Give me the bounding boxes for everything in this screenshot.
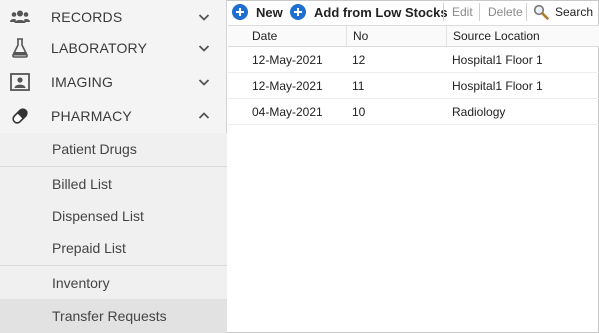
sidebar-item-label: PHARMACY [51,108,132,124]
sidebar-item-imaging[interactable]: IMAGING [0,65,227,99]
toolbar-separator [479,3,480,21]
add-from-low-stocks-button[interactable]: Add from Low Stocks [290,0,448,24]
plus-circle-icon [290,4,306,20]
cell-source-location: Radiology [452,105,506,119]
submenu-item-label: Patient Drugs [52,141,137,157]
submenu-item-label: Dispensed List [52,208,144,224]
edit-button[interactable]: Edit [452,0,473,24]
chevron-up-icon [198,112,210,119]
toolbar-separator [443,3,444,21]
sidebar-item-label: IMAGING [51,74,114,90]
sidebar-item-label: RECORDS [51,9,123,25]
add-from-low-stocks-label: Add from Low Stocks [314,4,448,20]
sidebar-item-pharmacy[interactable]: PHARMACY [0,99,227,133]
submenu-item-patient-drugs[interactable]: Patient Drugs [0,133,227,165]
delete-button-label: Delete [488,5,523,19]
cell-no: 10 [352,105,366,119]
sidebar: RECORDS LABORATORY IMAGING PHARMACY Pati… [0,0,227,333]
cell-source-location: Hospital1 Floor 1 [452,79,543,93]
flask-icon [10,38,30,58]
cell-no: 12 [352,53,366,67]
toolbar: New Add from Low Stocks Edit Delete Sear… [228,0,599,25]
chevron-down-icon [198,45,210,52]
users-icon [10,7,30,27]
submenu-item-label: Billed List [52,176,112,192]
divider [0,166,227,167]
table-row[interactable]: 04-May-2021 10 Radiology [228,99,599,125]
column-header-date[interactable]: Date [246,26,346,47]
column-header-no[interactable]: No [346,26,446,47]
submenu-item-prepaid-list[interactable]: Prepaid List [0,232,227,264]
cell-date: 12-May-2021 [252,53,323,67]
chevron-down-icon [198,14,210,21]
new-button-label: New [256,4,283,20]
sidebar-item-records[interactable]: RECORDS [0,0,227,34]
pill-icon [10,106,30,126]
cell-date: 04-May-2021 [252,105,323,119]
chevron-down-icon [198,79,210,86]
image-portrait-icon [10,72,30,92]
toolbar-separator [526,3,527,21]
new-button[interactable]: New [232,0,283,24]
search-button[interactable]: Search [533,0,593,24]
submenu-item-transfer-requests[interactable]: Transfer Requests [0,299,227,333]
submenu-item-dispensed-list[interactable]: Dispensed List [0,200,227,232]
submenu-item-label: Inventory [52,275,110,291]
submenu-item-inventory[interactable]: Inventory [0,267,227,299]
edit-button-label: Edit [452,5,473,19]
cell-source-location: Hospital1 Floor 1 [452,53,543,67]
submenu-item-billed-list[interactable]: Billed List [0,168,227,200]
sidebar-item-label: LABORATORY [51,40,148,56]
plus-circle-icon [232,4,248,20]
cell-date: 12-May-2021 [252,79,323,93]
submenu-item-label: Transfer Requests [52,308,167,324]
column-header-source-location[interactable]: Source Location [446,26,599,47]
delete-button[interactable]: Delete [488,0,523,24]
sidebar-item-laboratory[interactable]: LABORATORY [0,31,227,65]
cell-no: 11 [352,79,365,93]
pharmacy-submenu: Patient Drugs Billed List Dispensed List… [0,133,227,333]
table-header: Date No Source Location [228,25,599,47]
submenu-item-label: Prepaid List [52,240,126,256]
divider [0,265,227,266]
table-row[interactable]: 12-May-2021 12 Hospital1 Floor 1 [228,47,599,73]
table-row[interactable]: 12-May-2021 11 Hospital1 Floor 1 [228,73,599,99]
search-icon [533,4,549,20]
search-button-label: Search [555,5,594,19]
